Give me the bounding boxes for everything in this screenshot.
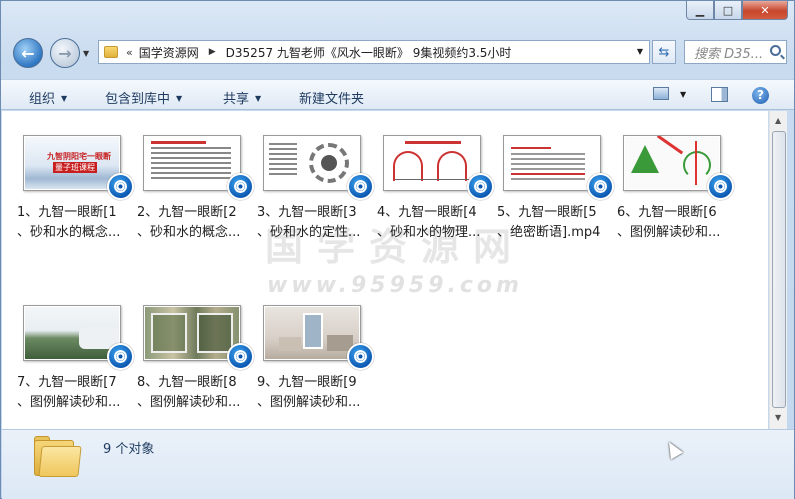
file-list[interactable]: 国学资源网 www.95959.com 九智阴阳宅一眼断 量子班课程 1、九智一… <box>2 111 768 429</box>
file-item[interactable]: 7、九智一眼断[7 、图例解读砂和... <box>17 305 141 415</box>
share-button[interactable]: 共享 ▼ <box>223 88 261 107</box>
breadcrumb-separator-icon[interactable]: ▶ <box>209 47 216 57</box>
organize-button[interactable]: 组织 ▼ <box>29 88 67 107</box>
file-item[interactable]: 6、九智一眼断[6 、图例解读砂和... <box>617 135 741 245</box>
organize-label: 组织 <box>29 92 56 107</box>
chevron-down-icon: ▼ <box>176 94 183 103</box>
navigation-bar: ← → ▼ « 国学资源网 ▶ D35257 九智老师《风水一眼断》 9集视频约… <box>1 35 794 73</box>
file-name: 8、九智一眼断[8 、图例解读砂和... <box>137 375 241 410</box>
forward-arrow-icon[interactable]: → <box>50 38 80 68</box>
mouse-cursor-icon <box>662 438 684 460</box>
video-thumbnail <box>263 305 361 361</box>
address-overflow-chevron[interactable]: « <box>126 46 133 59</box>
video-file-icon <box>707 173 734 200</box>
minimize-button[interactable]: ▁ <box>686 1 714 20</box>
address-dropdown-icon[interactable]: ▼ <box>637 47 643 56</box>
video-thumbnail <box>23 305 121 361</box>
file-item[interactable]: 3、九智一眼断[3 、砂和水的定性... <box>257 135 381 245</box>
folder-icon <box>34 436 82 477</box>
help-icon[interactable]: ? <box>752 87 769 104</box>
include-library-label: 包含到库中 <box>105 92 171 107</box>
details-pane: 9 个对象 <box>2 429 794 499</box>
address-bar[interactable]: « 国学资源网 ▶ D35257 九智老师《风水一眼断》 9集视频约3.5小时 … <box>98 40 650 64</box>
file-name: 7、九智一眼断[7 、图例解读砂和... <box>17 375 121 410</box>
video-thumbnail <box>503 135 601 191</box>
caption-buttons: ▁ □ ✕ <box>686 1 788 20</box>
video-thumbnail <box>143 135 241 191</box>
view-options-dropdown-icon[interactable]: ▼ <box>680 90 686 99</box>
share-label: 共享 <box>223 92 250 107</box>
scrollbar-thumb[interactable] <box>772 131 786 408</box>
search-input[interactable]: 搜索 D35... <box>684 40 787 64</box>
file-item[interactable]: 8、九智一眼断[8 、图例解读砂和... <box>137 305 261 415</box>
refresh-icon[interactable]: ⇆ <box>652 40 676 64</box>
file-name: 6、九智一眼断[6 、图例解读砂和... <box>617 205 721 240</box>
explorer-window: ▁ □ ✕ ← → ▼ « 国学资源网 ▶ D35257 九智老师《风水一眼断》… <box>0 0 795 499</box>
file-name: 2、九智一眼断[2 、砂和水的概念... <box>137 205 241 240</box>
watermark-url: www.95959.com <box>267 273 523 298</box>
new-folder-button[interactable]: 新建文件夹 <box>299 88 364 107</box>
video-file-icon <box>467 173 494 200</box>
close-button[interactable]: ✕ <box>742 1 788 20</box>
video-file-icon <box>227 173 254 200</box>
search-placeholder: 搜索 D35... <box>694 46 764 62</box>
video-file-icon <box>107 173 134 200</box>
file-item[interactable]: 4、九智一眼断[4 、砂和水的物理... <box>377 135 501 245</box>
include-library-button[interactable]: 包含到库中 ▼ <box>105 88 182 107</box>
new-folder-label: 新建文件夹 <box>299 92 365 107</box>
file-name: 3、九智一眼断[3 、砂和水的定性... <box>257 205 361 240</box>
command-bar: 组织 ▼ 包含到库中 ▼ 共享 ▼ 新建文件夹 ▼ ? <box>1 79 794 110</box>
thumbnail-title: 九智阴阳宅一眼断 <box>47 152 111 161</box>
thumbnail-subtitle: 量子班课程 <box>53 162 97 173</box>
video-file-icon <box>587 173 614 200</box>
video-file-icon <box>347 173 374 200</box>
file-name: 1、九智一眼断[1 、砂和水的概念... <box>17 205 121 240</box>
scroll-up-icon[interactable]: ▲ <box>775 116 781 125</box>
file-item[interactable]: 5、九智一眼断[5 、绝密断语].mp4 <box>497 135 621 245</box>
recent-pages-dropdown-icon[interactable]: ▼ <box>83 49 89 58</box>
video-file-icon <box>227 343 254 370</box>
file-name: 5、九智一眼断[5 、绝密断语].mp4 <box>497 205 601 240</box>
scroll-down-icon[interactable]: ▼ <box>775 413 781 422</box>
preview-pane-icon[interactable] <box>711 87 728 102</box>
item-count: 9 个对象 <box>103 442 155 457</box>
chevron-down-icon: ▼ <box>255 94 262 103</box>
video-thumbnail <box>623 135 721 191</box>
video-thumbnail <box>263 135 361 191</box>
breadcrumb-current[interactable]: D35257 九智老师《风水一眼断》 9集视频约3.5小时 <box>226 44 512 61</box>
video-thumbnail: 九智阴阳宅一眼断 量子班课程 <box>23 135 121 191</box>
chevron-down-icon: ▼ <box>61 94 68 103</box>
folder-icon <box>104 46 118 58</box>
video-file-icon <box>347 343 374 370</box>
breadcrumb-root[interactable]: 国学资源网 <box>139 44 199 61</box>
maximize-button[interactable]: □ <box>714 1 742 20</box>
change-view-icon[interactable] <box>653 87 669 100</box>
file-name: 9、九智一眼断[9 、图例解读砂和... <box>257 375 361 410</box>
video-thumbnail <box>143 305 241 361</box>
search-icon[interactable] <box>770 45 781 56</box>
file-item[interactable]: 九智阴阳宅一眼断 量子班课程 1、九智一眼断[1 、砂和水的概念... <box>17 135 141 245</box>
file-name: 4、九智一眼断[4 、砂和水的物理... <box>377 205 481 240</box>
file-item[interactable]: 9、九智一眼断[9 、图例解读砂和... <box>257 305 381 415</box>
vertical-scrollbar[interactable]: ▲ ▼ <box>769 111 787 429</box>
video-file-icon <box>107 343 134 370</box>
video-thumbnail <box>383 135 481 191</box>
back-arrow-icon[interactable]: ← <box>13 38 43 68</box>
file-item[interactable]: 2、九智一眼断[2 、砂和水的概念... <box>137 135 261 245</box>
